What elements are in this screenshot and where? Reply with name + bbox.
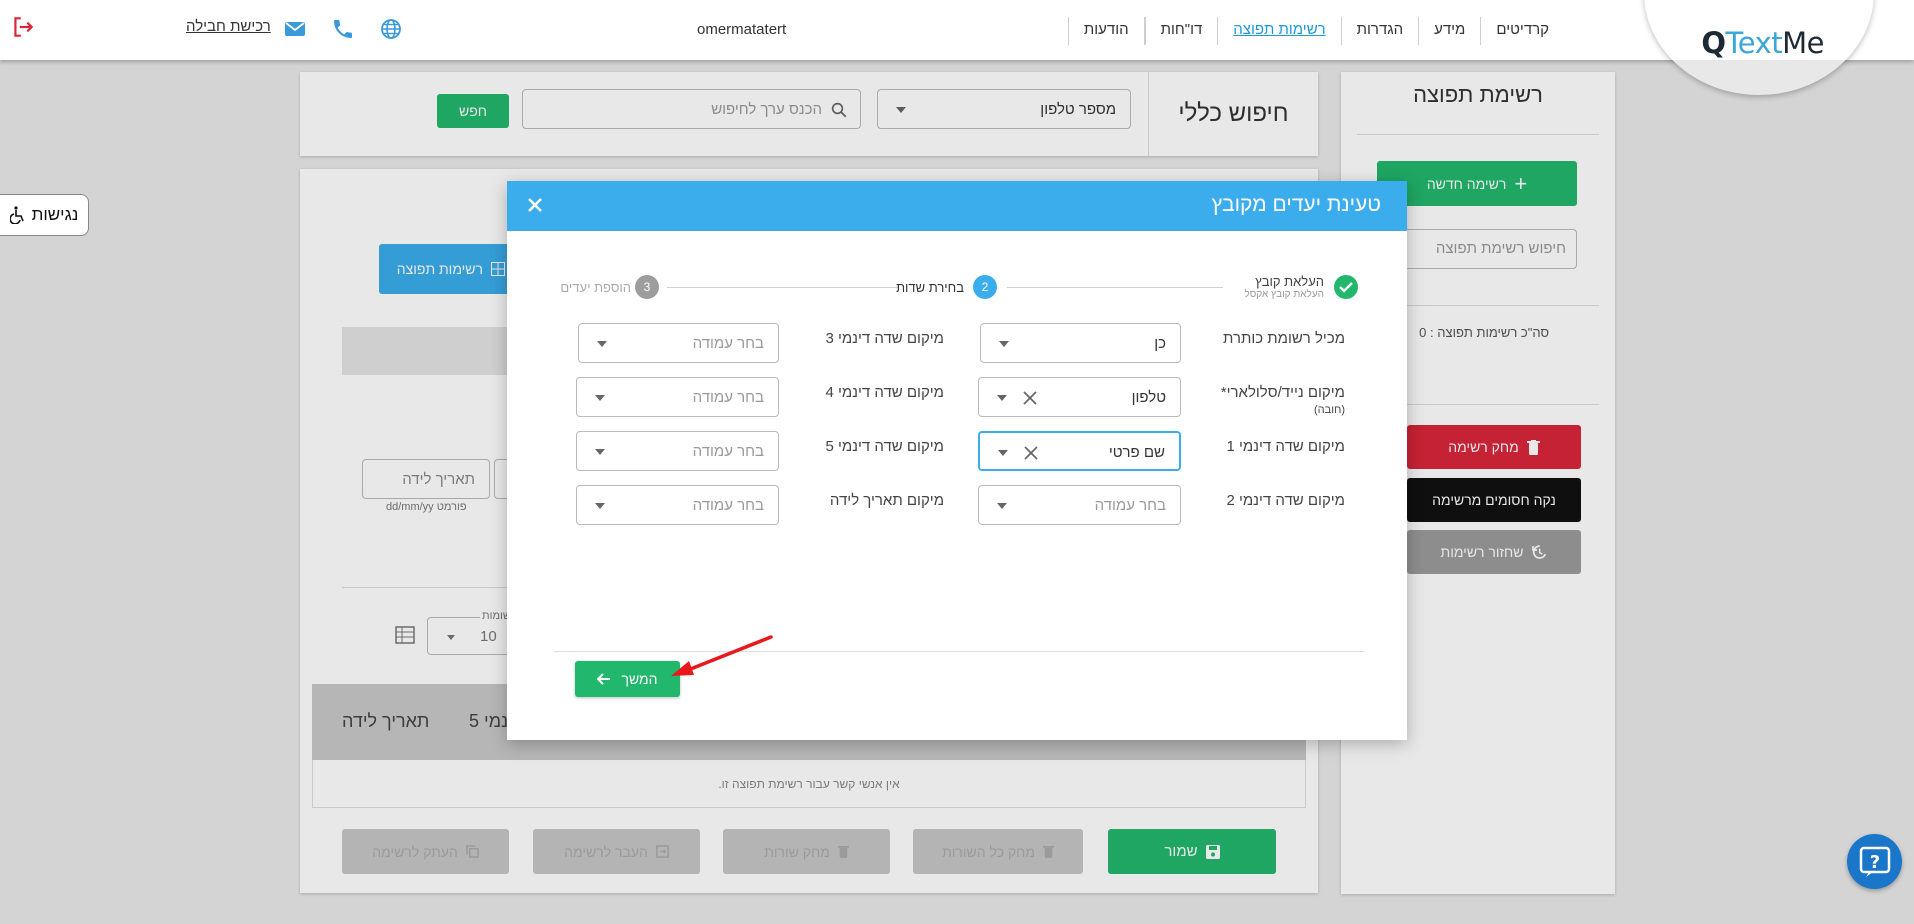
nav-item[interactable]: רשימות תפוצה (1217, 17, 1340, 45)
field-label: מיקום שדה דינמי 5 (825, 438, 944, 455)
nav-item[interactable]: מידע (1418, 17, 1480, 45)
step-2-label: בחירת שדות (896, 280, 964, 295)
modal-header: טעינת יעדים מקובץ (507, 181, 1407, 231)
nav-item[interactable]: דו"חות (1144, 17, 1218, 45)
column-select[interactable]: בחר עמודה (578, 323, 779, 363)
purchase-package-link[interactable]: רכישת חבילה (186, 18, 271, 35)
app-logo[interactable]: QTextMe (1701, 26, 1824, 60)
field-label: מיקום נייד/סלולארי* (1220, 384, 1345, 401)
phone-icon[interactable] (331, 17, 355, 41)
field-label: מיקום שדה דינמי 2 (1226, 492, 1345, 509)
nav-item[interactable]: הודעות (1067, 17, 1145, 45)
column-select[interactable]: כן (980, 323, 1181, 363)
step-1-sublabel: העלאת קובץ אקסל (1244, 289, 1324, 300)
field-label: מכיל רשומת כותרת (1223, 330, 1345, 347)
stepper-line (1007, 287, 1223, 288)
field-label: מיקום תאריך לידה (829, 492, 944, 509)
chevron-down-icon (999, 341, 1009, 347)
chevron-down-icon (595, 503, 605, 509)
username: omermatatert (697, 21, 787, 38)
help-button[interactable]: ? (1847, 834, 1902, 889)
svg-text:?: ? (1869, 852, 1879, 873)
clear-icon[interactable] (1021, 389, 1039, 407)
globe-icon[interactable] (379, 17, 403, 41)
column-select[interactable]: בחר עמודה (576, 431, 779, 471)
logout-icon[interactable] (10, 14, 36, 40)
wheelchair-icon (9, 206, 24, 224)
accessibility-button[interactable]: נגישות (0, 194, 89, 236)
chevron-down-icon (998, 450, 1008, 456)
annotation-arrow-icon (671, 635, 773, 676)
chevron-down-icon (997, 395, 1007, 401)
step-1-check (1334, 275, 1358, 299)
chevron-down-icon (597, 341, 607, 347)
column-select[interactable]: שם פרטי (978, 431, 1181, 471)
field-label: מיקום שדה דינמי 4 (825, 384, 944, 401)
field-label: מיקום שדה דינמי 3 (825, 330, 944, 347)
chevron-down-icon (997, 503, 1007, 509)
column-select[interactable]: טלפון (978, 377, 1181, 417)
step-2-circle: 2 (973, 275, 997, 299)
step-3-circle: 3 (635, 275, 659, 299)
field-required-note: (חובה) (1314, 404, 1345, 416)
arrow-left-icon (597, 673, 611, 685)
close-icon[interactable] (521, 191, 549, 219)
clear-icon[interactable] (1022, 444, 1040, 462)
step-3-label: הוספת יעדים (560, 280, 631, 295)
column-select[interactable]: בחר עמודה (576, 485, 779, 525)
check-icon (1339, 282, 1353, 293)
column-select[interactable]: בחר עמודה (978, 485, 1181, 525)
chevron-down-icon (595, 395, 605, 401)
field-label: מיקום שדה דינמי 1 (1226, 438, 1345, 455)
main-nav: הודעות דו"חות רשימות תפוצה הגדרות מידע קרדיטי… (1067, 17, 1564, 45)
stepper-line (667, 287, 899, 288)
step-1-label: העלאת קובץ (1255, 274, 1324, 289)
column-select[interactable]: בחר עמודה (576, 377, 779, 417)
modal-title: טעינת יעדים מקובץ (1211, 193, 1381, 216)
help-icon: ? (1859, 846, 1890, 877)
import-file-modal: טעינת יעדים מקובץ העלאת קובץ העלאת קובץ … (507, 181, 1407, 740)
chevron-down-icon (595, 449, 605, 455)
nav-item[interactable]: קרדיטים (1480, 17, 1564, 45)
mail-icon[interactable] (283, 17, 307, 41)
nav-item[interactable]: הגדרות (1340, 17, 1418, 45)
